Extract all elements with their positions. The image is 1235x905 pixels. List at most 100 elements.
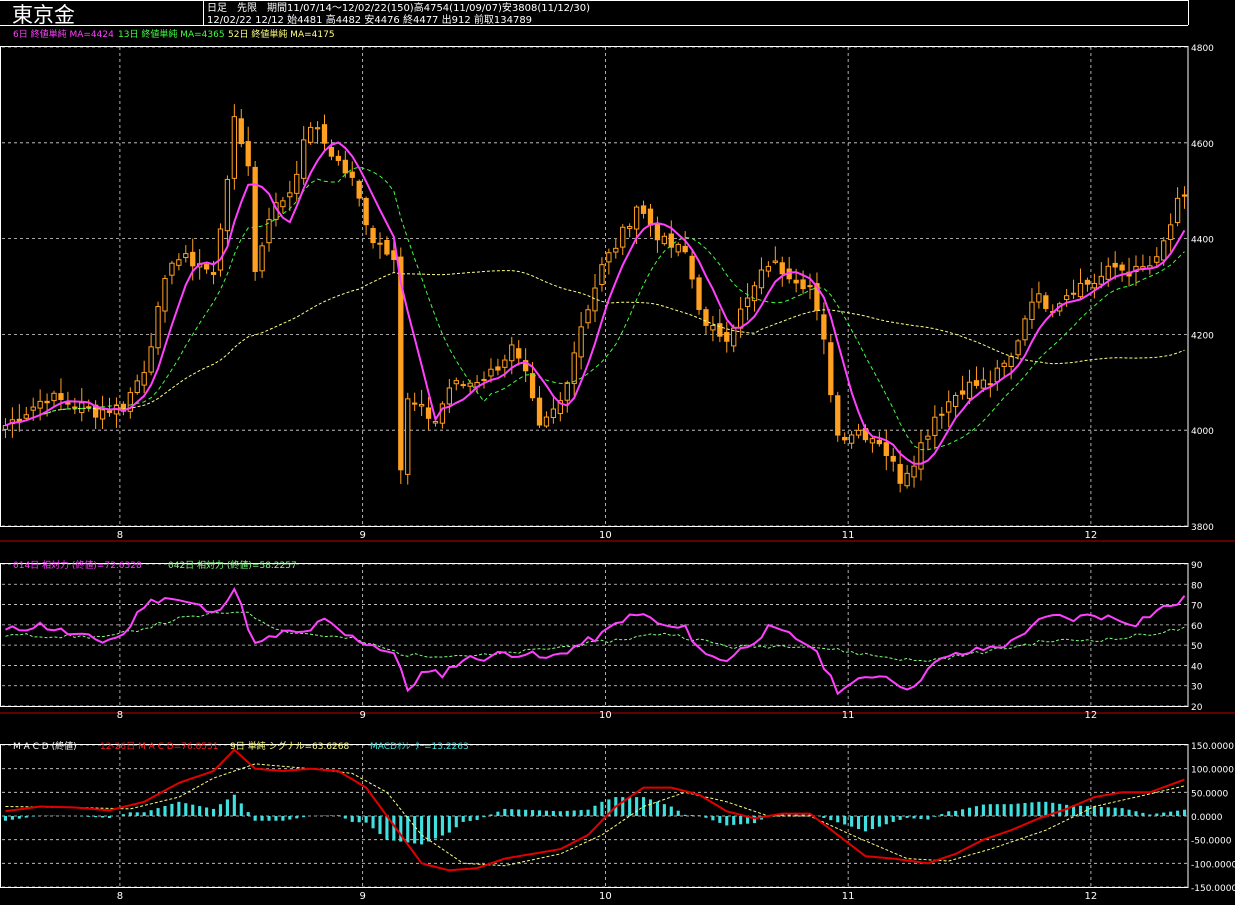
candle-body (848, 434, 855, 444)
macd-panel: -150.0000 -100.0000 -50.0000 0.0000 50.0000 1… (0, 740, 1235, 902)
legend-rsi42: 042日 相対力 (終値)=58.2257 (168, 559, 297, 571)
candle-body (502, 359, 508, 368)
candle-body (231, 116, 237, 179)
candle-body (370, 228, 376, 244)
candle-body (613, 247, 619, 253)
candle-body (516, 348, 522, 359)
candle-body (696, 277, 702, 310)
chart-root: 東京金 日足 先限 期間11/07/14〜12/02/22(150)高4754(… (0, 0, 1235, 902)
candle-body (911, 465, 917, 478)
price-y-tick-label: 4400 (1191, 236, 1214, 246)
candle-body (821, 314, 827, 340)
candle-body (106, 410, 113, 413)
candle-body (1001, 362, 1007, 367)
price-y-tick-label: 4800 (1191, 44, 1214, 54)
candle-body (897, 464, 903, 484)
macd-x-tick-label: 8 (117, 891, 123, 902)
candle-body (869, 438, 876, 444)
candle-body (141, 372, 147, 386)
candle-body (321, 124, 328, 144)
candle-body (959, 390, 966, 395)
candle-body (946, 401, 952, 413)
candle-body (453, 380, 459, 385)
candle-body (1015, 340, 1021, 356)
candle-body (432, 421, 439, 424)
candle-body (966, 381, 973, 399)
candle-body (918, 442, 924, 470)
candle-body (1098, 275, 1104, 285)
macd-y-tick-label: 100.0000 (1191, 766, 1234, 776)
rsi-y-tick-label: 50 (1191, 642, 1203, 652)
candle-body (682, 245, 688, 253)
candle-body (627, 226, 633, 229)
price-y-axis: 3800 4000 4200 4400 4600 4800 (1191, 44, 1214, 533)
candle-body (633, 206, 640, 230)
candle-body (668, 233, 674, 248)
candle-body (30, 406, 36, 411)
candle-body (828, 342, 834, 396)
candle-body (335, 155, 342, 161)
candle-body (363, 197, 369, 226)
candle-body (203, 264, 210, 270)
candle-body (807, 285, 813, 288)
candle-body (772, 260, 778, 263)
rsi-y-tick-label: 80 (1191, 581, 1203, 591)
candle-body (252, 166, 258, 272)
rsi-y-tick-label: 30 (1191, 683, 1203, 693)
candle-body (418, 403, 425, 407)
candle-body (842, 436, 848, 441)
candle-body (1043, 295, 1049, 309)
candle-body (592, 287, 598, 312)
header-frame: 東京金 日足 先限 期間11/07/14〜12/02/22(150)高4754(… (0, 0, 1189, 27)
candle-body (1070, 292, 1077, 295)
candle-body (1161, 240, 1167, 261)
candle-body (890, 455, 896, 462)
macd-x-tick-label: 10 (599, 891, 612, 902)
rsi-y-tick-label: 90 (1191, 561, 1203, 571)
candle-body (224, 178, 231, 232)
candle-body (23, 414, 29, 419)
candle-body (65, 402, 71, 405)
price-x-tick-label: 11 (842, 530, 855, 541)
candle-body (328, 147, 335, 157)
rsi-panel: 2030405060708090 8910111212/12 014日 相対力 … (0, 559, 1235, 721)
candle-body (606, 252, 612, 263)
candle-body (356, 180, 362, 199)
price-y-tick-label: 3800 (1191, 523, 1214, 533)
price-frame (0, 46, 1189, 527)
candle-body (176, 259, 182, 266)
rsi-x-tick-label: 9 (359, 710, 365, 721)
candle-body (349, 171, 355, 178)
candle-body (1181, 194, 1188, 197)
candle-body (1077, 282, 1084, 298)
candle-body (1112, 262, 1118, 268)
candle-body (183, 253, 189, 259)
candle-body (987, 383, 993, 386)
candle-body (647, 208, 654, 226)
candle-body (377, 242, 383, 245)
candle-body (1022, 318, 1028, 341)
candle-body (155, 306, 161, 349)
candle-body (800, 279, 806, 290)
legend-rsi14: 014日 相対力 (終値)=72.6328 (13, 559, 142, 571)
legend-osc: MACDｵｼﾚｰﾀｰ=13.2263 (370, 741, 469, 752)
candle-body (654, 223, 661, 241)
rsi-x-tick-label: 10 (599, 710, 612, 721)
candle-body (495, 366, 501, 371)
candle-body (585, 309, 591, 324)
candle-body (710, 325, 716, 331)
candle-body (1168, 224, 1174, 240)
candle-body (661, 235, 668, 245)
price-y-tick-label: 4200 (1191, 331, 1214, 341)
candle-body (79, 402, 85, 414)
candle-body (446, 387, 453, 405)
candle-body (1036, 293, 1042, 303)
candle-body (543, 416, 550, 427)
candle-body (717, 323, 723, 337)
candle-body (620, 226, 626, 248)
macd-x-axis: 8910111212/12 (117, 891, 1098, 902)
candle-body (675, 243, 681, 253)
macd-y-tick-label: -50.0000 (1191, 837, 1232, 847)
legend-macd: 12-26日 M A C D=76.8531 (100, 741, 219, 752)
candle-body (162, 278, 168, 312)
